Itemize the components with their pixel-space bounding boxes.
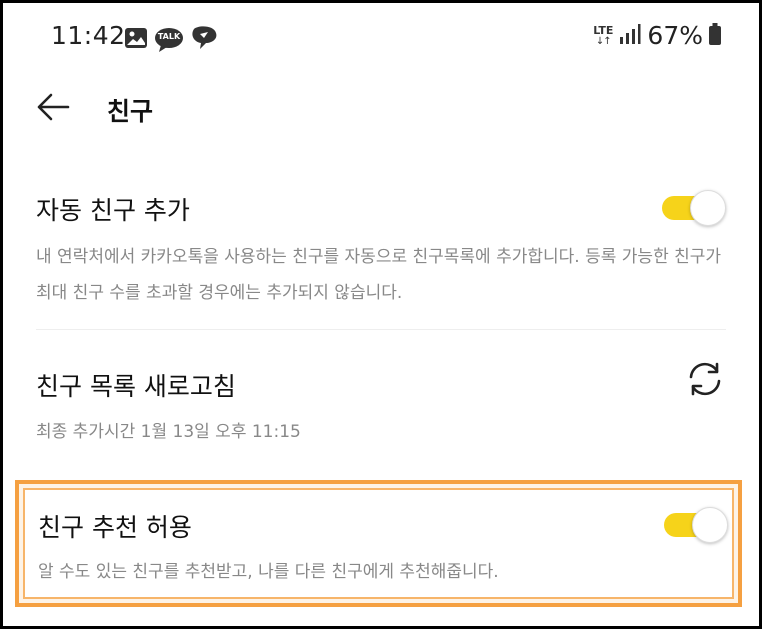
- status-notification-icons: TALK: [124, 25, 218, 55]
- recommend-friends-setting: 친구 추천 허용 알 수도 있는 친구를 추천받고, 나를 다른 친구에게 추천…: [23, 488, 734, 599]
- auto-add-friends-setting: 자동 친구 추가 내 연락처에서 카카오톡을 사용하는 친구를 자동으로 친구목…: [3, 173, 759, 330]
- signal-strength-icon: [619, 23, 641, 49]
- network-type-icon: LTE ↓↑: [593, 25, 613, 47]
- screen-frame: 11:42 TALK LTE ↓↑ 67% 친구 자동 친구 추가 내 연락처에…: [0, 0, 762, 629]
- refresh-title: 친구 목록 새로고침: [36, 372, 236, 401]
- toggle-knob: [692, 507, 728, 543]
- status-bar: 11:42 TALK LTE ↓↑ 67%: [3, 3, 759, 73]
- network-label: LTE: [593, 23, 614, 37]
- recommend-toggle[interactable]: [662, 507, 728, 543]
- status-system-icons: LTE ↓↑ 67%: [593, 21, 721, 50]
- back-arrow-icon: [36, 92, 70, 126]
- section-divider: [36, 329, 726, 330]
- back-button[interactable]: [33, 89, 73, 129]
- recommend-title: 친구 추천 허용: [38, 513, 192, 542]
- auto-add-title: 자동 친구 추가: [36, 196, 190, 225]
- toggle-knob: [690, 190, 726, 226]
- talk-badge-label: TALK: [157, 32, 181, 41]
- app-header: 친구: [3, 73, 759, 145]
- auto-add-toggle[interactable]: [660, 190, 726, 226]
- battery-percent: 67%: [647, 21, 703, 50]
- page-title: 친구: [107, 97, 154, 126]
- refresh-friends-setting: 친구 목록 새로고침 최종 추가시간 1월 13일 오후 11:15: [3, 343, 759, 463]
- refresh-icon: [686, 360, 724, 402]
- gallery-icon: [124, 26, 148, 54]
- network-arrows: ↓↑: [595, 35, 612, 47]
- refresh-description: 최종 추가시간 1월 13일 오후 11:15: [36, 422, 301, 442]
- chat-bubble-icon: [190, 25, 218, 55]
- refresh-button[interactable]: [685, 361, 725, 401]
- kakaotalk-talk-icon: TALK: [154, 27, 184, 53]
- auto-add-description: 내 연락처에서 카카오톡을 사용하는 친구를 자동으로 친구목록에 추가합니다.…: [36, 247, 722, 303]
- battery-icon: [709, 22, 721, 49]
- status-time: 11:42: [51, 21, 126, 50]
- recommend-description: 알 수도 있는 친구를 추천받고, 나를 다른 친구에게 추천해줍니다.: [38, 562, 499, 582]
